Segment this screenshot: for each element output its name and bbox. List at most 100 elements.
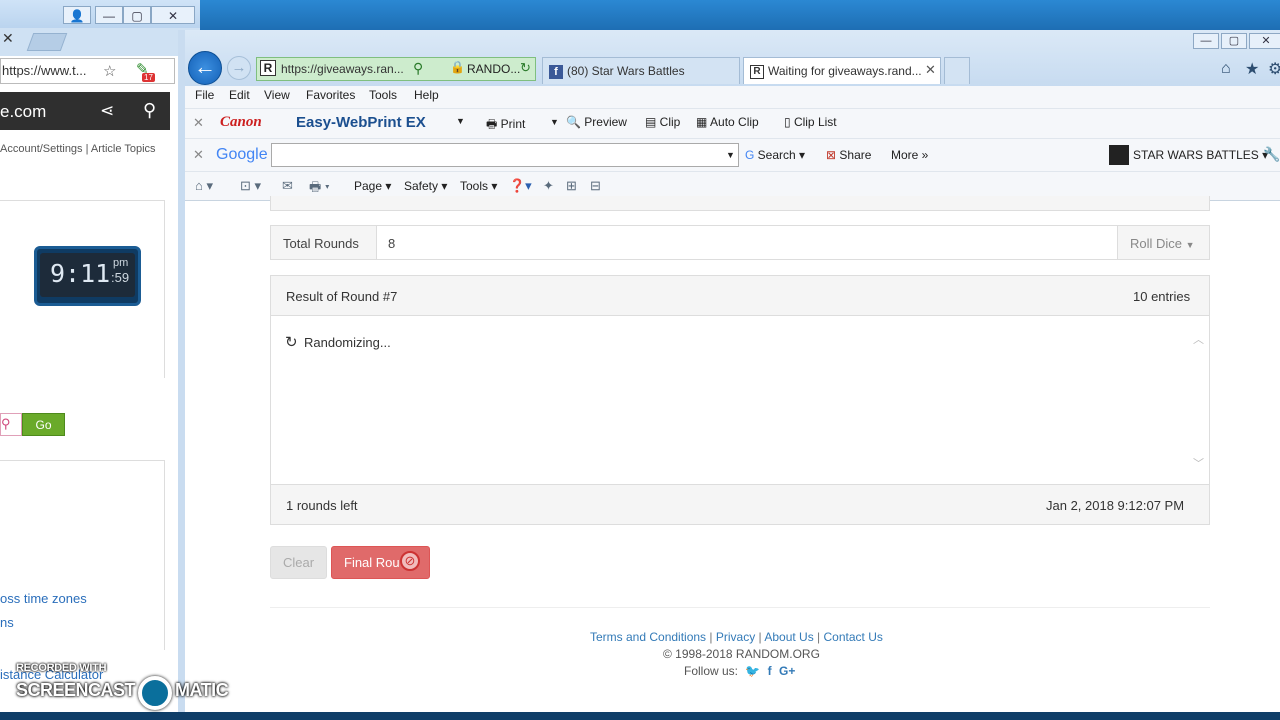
- go-button[interactable]: Go: [22, 413, 65, 436]
- easy-webprint-menu[interactable]: Easy-WebPrint EX: [296, 114, 426, 131]
- contact-link[interactable]: Contact Us: [824, 630, 883, 644]
- scroll-down-icon[interactable]: ﹀: [1193, 455, 1204, 471]
- facebook-icon[interactable]: f: [768, 664, 772, 678]
- page-label: Page: [354, 179, 383, 193]
- sidebar-link[interactable]: ns: [0, 615, 14, 630]
- minimize-button[interactable]: —: [95, 6, 123, 24]
- clock-ampm: pm: [113, 257, 129, 269]
- roll-dice-button[interactable]: Roll Dice ▼: [1130, 236, 1195, 251]
- help-icon[interactable]: ❓▾: [509, 178, 532, 194]
- terms-link[interactable]: Terms and Conditions: [590, 630, 706, 644]
- share-button[interactable]: ⊠ Share: [826, 148, 871, 162]
- tools-label: Tools: [460, 179, 489, 193]
- tab-star-wars-battles[interactable]: f (80) Star Wars Battles: [542, 57, 740, 84]
- profile-label: STAR WARS BATTLES: [1133, 148, 1259, 162]
- home-icon[interactable]: ⌂: [1221, 60, 1231, 78]
- ie-minimize-button[interactable]: —: [1193, 33, 1219, 49]
- preview-button[interactable]: 🔍 Preview: [566, 115, 627, 129]
- menu-view[interactable]: View: [264, 88, 290, 102]
- gear-icon[interactable]: ⚙: [1268, 59, 1280, 79]
- share-icon[interactable]: ⋖: [100, 101, 114, 121]
- time-zones-link[interactable]: oss time zones: [0, 591, 87, 606]
- star-wars-battles-menu[interactable]: STAR WARS BATTLES ▾: [1133, 148, 1268, 162]
- auto-clip-button[interactable]: ▦ Auto Clip: [696, 115, 759, 129]
- safety-menu[interactable]: Safety ▾: [404, 179, 447, 193]
- menu-help[interactable]: Help: [414, 88, 439, 102]
- printer-icon: 🖶: [486, 117, 501, 131]
- google-search-button[interactable]: G Search ▾: [745, 148, 805, 162]
- rounds-left: 1 rounds left: [286, 498, 358, 513]
- randomizing-status: Randomizing...: [304, 335, 391, 350]
- clear-button[interactable]: Clear: [270, 546, 327, 579]
- maximize-button[interactable]: ▢: [123, 6, 151, 24]
- onenote-icon[interactable]: ⊟: [590, 178, 601, 194]
- watermark-screencast: SCREENCAST MATIC: [16, 680, 229, 701]
- chevron-down-icon[interactable]: ▼: [726, 150, 735, 160]
- clip-button[interactable]: ▤ Clip: [645, 115, 680, 129]
- certificate-label[interactable]: RANDO...: [467, 62, 520, 76]
- spinner-icon: ↻: [285, 334, 298, 351]
- clip-list-button[interactable]: ▯ Clip List: [784, 115, 837, 129]
- canon-logo: Canon: [220, 114, 262, 130]
- about-link[interactable]: About Us: [764, 630, 813, 644]
- menu-favorites[interactable]: Favorites: [306, 88, 355, 102]
- site-logo[interactable]: e.com: [0, 102, 46, 122]
- address-search-icon[interactable]: ⚲: [413, 60, 423, 77]
- site-nav-links[interactable]: Account/Settings | Article Topics: [0, 143, 156, 155]
- feeds-icon[interactable]: ⊡ ▾: [240, 178, 261, 194]
- chevron-down-icon[interactable]: ▼: [456, 116, 465, 126]
- address-url[interactable]: https://giveaways.ran...: [281, 62, 406, 76]
- facebook-icon: f: [549, 64, 563, 79]
- new-tab-button[interactable]: [26, 33, 68, 51]
- menu-tools[interactable]: Tools: [369, 88, 397, 102]
- search-label: Search: [757, 148, 796, 162]
- google-plus-icon[interactable]: G+: [779, 664, 795, 678]
- favorites-star-icon[interactable]: ★: [1245, 59, 1259, 79]
- menu-edit[interactable]: Edit: [229, 88, 250, 102]
- google-g-icon: G: [745, 148, 758, 162]
- research-icon[interactable]: ✦: [543, 178, 554, 194]
- scroll-up-icon[interactable]: ︿: [1193, 331, 1204, 347]
- tab-giveaways[interactable]: R Waiting for giveaways.rand...: [743, 57, 941, 84]
- user-icon[interactable]: 👤: [63, 6, 91, 24]
- tab-close-icon[interactable]: ✕: [2, 30, 22, 47]
- clip-label: Clip: [659, 115, 681, 129]
- total-rounds-field: [376, 226, 1118, 259]
- star-wars-icon: [1109, 145, 1129, 165]
- page-menu[interactable]: Page ▾: [354, 179, 391, 193]
- refresh-icon[interactable]: ↻: [520, 60, 531, 76]
- more-button[interactable]: More »: [891, 148, 928, 162]
- chevron-down-icon[interactable]: ▼: [550, 117, 559, 127]
- tools-menu[interactable]: Tools ▾: [460, 179, 497, 193]
- translate-icon[interactable]: ⊞: [566, 178, 577, 194]
- share-label: Share: [839, 148, 872, 162]
- site-favicon: R: [260, 60, 276, 76]
- back-button[interactable]: ←: [188, 51, 222, 85]
- twitter-icon[interactable]: 🐦: [745, 664, 760, 678]
- google-search-input[interactable]: [271, 143, 739, 167]
- new-tab-button[interactable]: [944, 57, 970, 84]
- close-button[interactable]: ✕: [151, 6, 195, 24]
- extension-badge: 17: [142, 73, 155, 82]
- print-button[interactable]: 🖶 Print: [486, 115, 525, 136]
- ie-close-button[interactable]: ✕: [1249, 33, 1280, 49]
- toolbar-close-icon[interactable]: ✕: [193, 115, 204, 131]
- wrench-icon[interactable]: 🔧: [1263, 146, 1280, 163]
- bookmark-star-icon[interactable]: ☆: [103, 62, 116, 80]
- mail-icon[interactable]: ✉: [282, 178, 293, 194]
- total-rounds-value: 8: [388, 236, 396, 251]
- privacy-link[interactable]: Privacy: [716, 630, 755, 644]
- forward-button[interactable]: →: [227, 56, 251, 80]
- toolbar-close-icon[interactable]: ✕: [193, 147, 204, 163]
- result-title: Result of Round #7: [286, 289, 398, 304]
- ie-maximize-button[interactable]: ▢: [1221, 33, 1247, 49]
- search-icon[interactable]: ⚲: [143, 100, 156, 121]
- safety-label: Safety: [404, 179, 439, 193]
- ie-window-frame: [178, 30, 185, 714]
- home-icon[interactable]: ⌂ ▾: [195, 178, 213, 194]
- tab-close-icon[interactable]: ✕: [925, 62, 936, 78]
- caret-down-icon: ▼: [1185, 240, 1195, 250]
- menu-file[interactable]: File: [195, 88, 214, 102]
- lock-icon[interactable]: 🔒: [450, 60, 465, 74]
- omnibox-url[interactable]: https://www.t...: [2, 63, 87, 78]
